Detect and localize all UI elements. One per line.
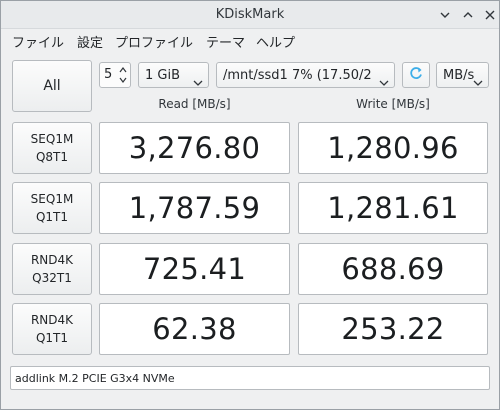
loops-value: 5 [104, 67, 113, 82]
test-name: SEQ1M [30, 132, 74, 146]
test-params: Q1T1 [35, 331, 69, 345]
test-button-rnd4k-q1t1[interactable]: RND4K Q1T1 [12, 303, 92, 355]
loops-spinbox[interactable]: 5 [99, 62, 131, 88]
size-value: 1 GiB [145, 68, 181, 83]
test-name: RND4K [30, 313, 74, 327]
write-result: 688.69 [298, 243, 488, 295]
menu-file[interactable]: ファイル [12, 32, 64, 51]
read-header: Read [MB/s] [158, 97, 231, 111]
maximize-icon[interactable] [459, 6, 477, 24]
app-window: KDiskMark ファイル 設定 プロファイル テーマ ヘルプ All 5 1… [0, 0, 500, 410]
target-value: /mnt/ssd1 7% (17.50/233.6 GiB) [223, 68, 372, 83]
menu-help[interactable]: ヘルプ [256, 32, 295, 51]
close-icon[interactable] [481, 6, 499, 24]
menu-theme[interactable]: テーマ [206, 32, 245, 51]
write-header: Write [MB/s] [356, 97, 430, 111]
chevron-down-icon [193, 72, 203, 86]
write-result: 253.22 [298, 303, 488, 355]
test-params: Q32T1 [32, 271, 72, 285]
read-result: 725.41 [99, 243, 290, 295]
menu-profile[interactable]: プロファイル [115, 32, 193, 51]
chevron-down-icon [379, 72, 389, 86]
comment-field[interactable]: addlink M.2 PCIE G3x4 NVMe [10, 366, 490, 390]
window-title: KDiskMark [215, 7, 285, 22]
test-button-rnd4k-q32t1[interactable]: RND4K Q32T1 [12, 243, 92, 295]
write-result: 1,280.96 [298, 122, 488, 174]
spin-arrows-icon[interactable] [118, 65, 128, 85]
unit-combo[interactable]: MB/s [436, 62, 489, 88]
menu-bar: ファイル 設定 プロファイル テーマ ヘルプ [1, 30, 499, 52]
read-result: 62.38 [99, 303, 290, 355]
menu-settings[interactable]: 設定 [77, 32, 103, 51]
target-combo[interactable]: /mnt/ssd1 7% (17.50/233.6 GiB) [216, 62, 395, 88]
read-result: 3,276.80 [99, 122, 290, 174]
test-button-seq1m-q1t1[interactable]: SEQ1M Q1T1 [12, 182, 92, 234]
test-params: Q1T1 [35, 210, 69, 224]
chevron-down-icon [473, 72, 483, 86]
write-result: 1,281.61 [298, 182, 488, 234]
unit-value: MB/s [443, 68, 475, 83]
refresh-icon [408, 65, 424, 85]
minimize-icon[interactable] [436, 6, 454, 24]
read-result: 1,787.59 [99, 182, 290, 234]
size-combo[interactable]: 1 GiB [138, 62, 209, 88]
test-params: Q8T1 [35, 150, 69, 164]
title-bar: KDiskMark [1, 1, 499, 29]
run-all-button[interactable]: All [12, 60, 92, 112]
refresh-button[interactable] [402, 62, 430, 88]
test-name: SEQ1M [30, 192, 74, 206]
test-name: RND4K [30, 253, 74, 267]
test-button-seq1m-q8t1[interactable]: SEQ1M Q8T1 [12, 122, 92, 174]
